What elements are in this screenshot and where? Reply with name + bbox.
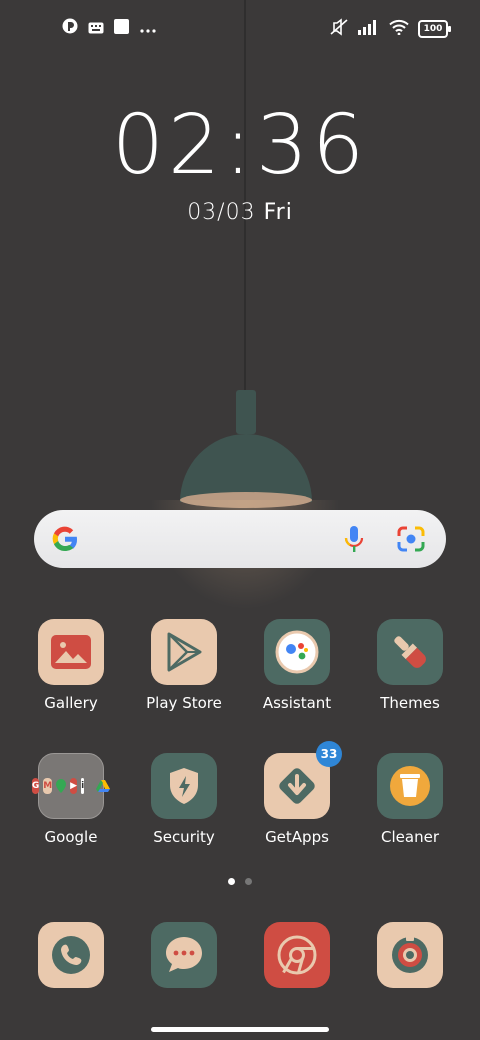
more-dots-icon — [139, 19, 157, 38]
app-google-folder[interactable]: G M ▶ i Google — [21, 753, 121, 846]
info-mini-icon: i — [81, 778, 85, 794]
mute-icon — [329, 18, 349, 40]
keyboard-icon — [88, 19, 104, 38]
gmail-mini-icon: M — [43, 778, 53, 794]
notification-badge: 33 — [316, 741, 342, 767]
play-store-icon — [151, 619, 217, 685]
youtube-mini-icon: ▶ — [70, 778, 78, 794]
chrome-icon — [264, 922, 330, 988]
app-label: Gallery — [44, 694, 98, 712]
app-themes[interactable]: Themes — [360, 619, 460, 712]
status-bar: 100 — [0, 0, 480, 56]
folder-icon: G M ▶ i — [31, 753, 111, 819]
page-dot-1[interactable] — [228, 878, 235, 885]
battery-icon: 100 — [418, 20, 451, 38]
google-g-icon[interactable] — [50, 524, 80, 554]
date-text: 03/03 — [187, 200, 256, 225]
lockscreen-clock[interactable]: 02:36 — [0, 98, 480, 193]
getapps-icon: 33 — [264, 741, 342, 819]
app-notification-icon — [62, 18, 78, 38]
app-label: Cleaner — [381, 828, 439, 846]
google-mini-icon: G — [31, 778, 40, 794]
day-text: Fri — [263, 200, 293, 225]
messages-icon — [151, 922, 217, 988]
camera-icon — [377, 922, 443, 988]
security-shield-icon — [151, 753, 217, 819]
app-label: GetApps — [265, 828, 329, 846]
app-gallery[interactable]: Gallery — [21, 619, 121, 712]
assistant-icon — [264, 619, 330, 685]
lens-camera-icon[interactable] — [396, 525, 426, 553]
dock-messages[interactable] — [134, 922, 234, 988]
phone-icon — [38, 922, 104, 988]
drive-mini-icon — [96, 778, 111, 794]
app-label: Assistant — [262, 694, 332, 712]
wallpaper-lamp — [178, 390, 314, 510]
app-play-store[interactable]: Play Store — [134, 619, 234, 712]
app-assistant[interactable]: Assistant — [247, 619, 347, 712]
maps-mini-icon — [56, 778, 67, 794]
status-right-icons: 100 — [329, 18, 451, 40]
app-label: Themes — [380, 694, 440, 712]
status-left-icons — [62, 18, 157, 38]
page-indicator[interactable] — [0, 878, 480, 885]
app-label: Security — [153, 828, 215, 846]
app-cleaner[interactable]: Cleaner — [360, 753, 460, 846]
themes-brush-icon — [377, 619, 443, 685]
google-search-bar[interactable] — [34, 510, 446, 568]
app-getapps[interactable]: 33 GetApps — [247, 741, 347, 846]
signal-icon — [358, 19, 380, 39]
wifi-icon — [389, 19, 409, 39]
wallpaper-lamp-cord — [244, 0, 246, 392]
app-security[interactable]: Security — [134, 753, 234, 846]
dock-camera[interactable] — [360, 922, 460, 988]
mic-icon[interactable] — [340, 524, 368, 554]
page-dot-2[interactable] — [245, 878, 252, 885]
home-gesture-bar[interactable] — [151, 1027, 329, 1032]
app-label: Google — [44, 828, 98, 846]
dock-chrome[interactable] — [247, 922, 347, 988]
dock-phone[interactable] — [21, 922, 121, 988]
app-label: Play Store — [146, 694, 222, 712]
square-notification-icon — [114, 18, 129, 38]
cleaner-bin-icon — [377, 753, 443, 819]
lockscreen-date[interactable]: 03/03 Fri — [0, 200, 480, 225]
gallery-icon — [38, 619, 104, 685]
